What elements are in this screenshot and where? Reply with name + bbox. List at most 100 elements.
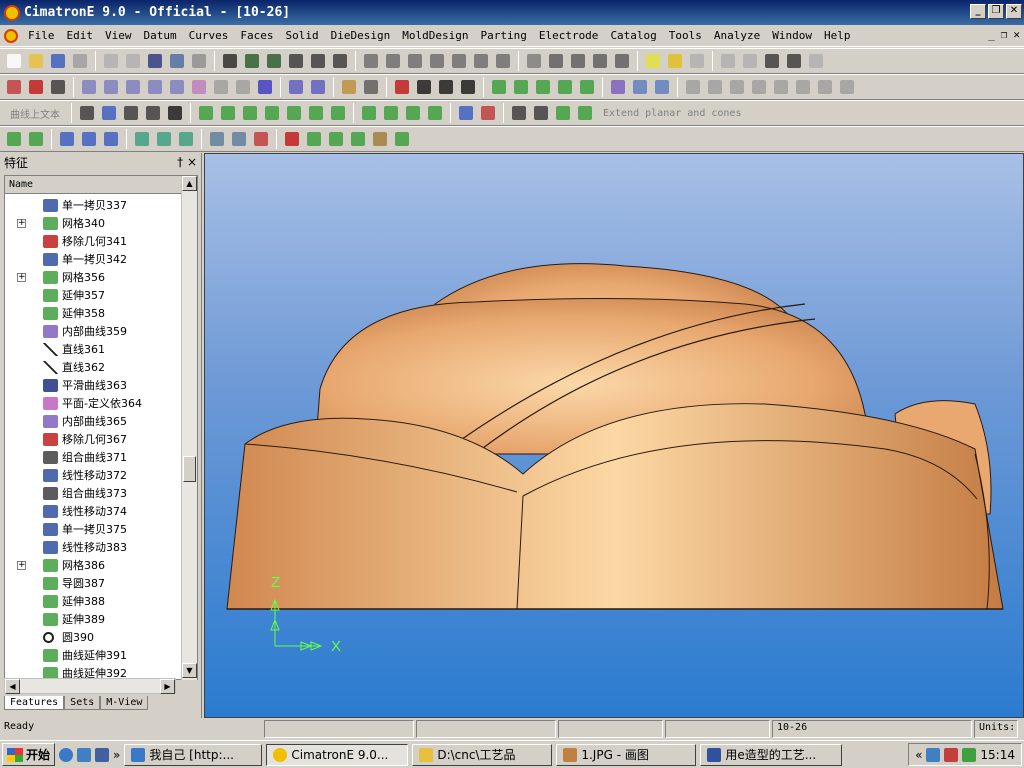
spline-icon[interactable] (436, 77, 456, 97)
glasses-icon[interactable] (145, 51, 165, 71)
bridge-icon[interactable] (286, 77, 306, 97)
zoom-area-icon[interactable] (264, 51, 284, 71)
tree-item[interactable]: 曲线延伸391 (5, 646, 181, 664)
messenger-icon[interactable] (944, 747, 959, 762)
menu-diedesign[interactable]: DieDesign (325, 29, 397, 42)
array-icon[interactable] (233, 77, 253, 97)
tree-item[interactable]: 单一拷贝342 (5, 250, 181, 268)
graphics-viewport[interactable]: Z X (204, 153, 1024, 718)
tools-icon[interactable] (806, 51, 826, 71)
inactive-tool-icon[interactable] (793, 77, 813, 97)
box-icon[interactable] (370, 129, 390, 149)
light-bulb-icon[interactable] (643, 51, 663, 71)
tree-item[interactable]: 移除几何341 (5, 232, 181, 250)
parting-icon[interactable] (348, 129, 368, 149)
extend-icon[interactable] (328, 103, 348, 123)
panel-close-icon[interactable]: × (187, 155, 197, 169)
scroll-down-icon[interactable]: ▼ (182, 663, 197, 678)
tree-item[interactable]: 单一拷贝337 (5, 196, 181, 214)
view-iso-icon[interactable] (361, 51, 381, 71)
taskbar-item-browser[interactable]: 我自己 [http:... (124, 743, 263, 766)
clipboard-icon[interactable] (189, 51, 209, 71)
rotate-copy-icon[interactable] (123, 77, 143, 97)
layer-icon[interactable] (255, 77, 275, 97)
mdi-minimize-button[interactable]: _ (988, 28, 995, 41)
tree-item[interactable]: + 网格386 (5, 556, 181, 574)
trim-face-icon[interactable] (381, 103, 401, 123)
close-button[interactable]: ✕ (1006, 4, 1022, 19)
text-on-curve-combo[interactable]: 曲线上文本 (4, 106, 66, 121)
electrode-icon[interactable] (392, 129, 412, 149)
view-bottom-icon[interactable] (471, 51, 491, 71)
pick-icon[interactable] (48, 77, 68, 97)
analyze-icon[interactable] (326, 129, 346, 149)
face-edit-icon[interactable] (456, 103, 476, 123)
grid-icon[interactable] (531, 103, 551, 123)
curve-split-icon[interactable] (555, 77, 575, 97)
face-remove-icon[interactable] (478, 103, 498, 123)
tree-item[interactable]: 延伸358 (5, 304, 181, 322)
draft-icon[interactable] (229, 129, 249, 149)
tree-item[interactable]: + 网格356 (5, 268, 181, 286)
minimize-button[interactable]: _ (970, 4, 986, 19)
blend-icon[interactable] (306, 103, 326, 123)
view-left-icon[interactable] (449, 51, 469, 71)
print-icon[interactable] (70, 51, 90, 71)
net-icon[interactable] (308, 77, 328, 97)
tree-item[interactable]: 延伸389 (5, 610, 181, 628)
taskbar-item-word[interactable]: 用e造型的工艺... (700, 743, 843, 766)
render-icon[interactable] (524, 51, 544, 71)
desktop-icon[interactable] (95, 747, 110, 762)
taskbar-item-cimatron[interactable]: CimatronE 9.0... (266, 743, 409, 766)
pan-icon[interactable] (308, 51, 328, 71)
tree-item[interactable]: 线性移动374 (5, 502, 181, 520)
line-style-icon[interactable] (143, 103, 163, 123)
mirror-icon[interactable] (145, 77, 165, 97)
scroll-right-icon[interactable]: ▶ (160, 679, 175, 694)
tree-item[interactable]: 导圆387 (5, 574, 181, 592)
tree-item[interactable]: 内部曲线365 (5, 412, 181, 430)
intersect-curve-icon[interactable] (652, 77, 672, 97)
point-red-icon[interactable] (282, 129, 302, 149)
scroll-thumb[interactable] (183, 456, 196, 482)
select-all-icon[interactable] (167, 51, 187, 71)
menu-parting[interactable]: Parting (474, 29, 532, 42)
inactive-tool-icon[interactable] (771, 77, 791, 97)
light-bulb-on-icon[interactable] (665, 51, 685, 71)
inactive-tool-icon[interactable] (705, 77, 725, 97)
zoom-fit-icon[interactable] (220, 51, 240, 71)
circle-icon[interactable] (458, 77, 478, 97)
inactive-tool-icon[interactable] (683, 77, 703, 97)
solid-revolve-icon[interactable] (154, 129, 174, 149)
tray-expand[interactable]: « (915, 748, 922, 762)
new-file-icon[interactable] (4, 51, 24, 71)
tree-item[interactable]: 线性移动372 (5, 466, 181, 484)
measure-icon[interactable] (784, 51, 804, 71)
revolve-icon[interactable] (284, 103, 304, 123)
menu-faces[interactable]: Faces (234, 29, 279, 42)
menu-tools[interactable]: Tools (663, 29, 708, 42)
redo-icon[interactable] (123, 51, 143, 71)
inactive-tool-icon[interactable] (837, 77, 857, 97)
shell-icon[interactable] (207, 129, 227, 149)
taskbar-item-paint[interactable]: 1.JPG - 画图 (556, 743, 697, 766)
mesh-icon[interactable] (218, 103, 238, 123)
extend-planar-icon[interactable] (575, 103, 595, 123)
attach-icon[interactable] (553, 103, 573, 123)
remove-icon[interactable] (26, 77, 46, 97)
view-right-icon[interactable] (427, 51, 447, 71)
view-top-icon[interactable] (405, 51, 425, 71)
tree-item[interactable]: 延伸357 (5, 286, 181, 304)
document-icon[interactable] (4, 28, 18, 43)
expand-icon[interactable]: + (17, 272, 26, 282)
curve-extend-icon[interactable] (489, 77, 509, 97)
menu-datum[interactable]: Datum (138, 29, 183, 42)
solid-add-icon[interactable] (26, 129, 46, 149)
pattern-icon[interactable] (211, 77, 231, 97)
quicklaunch-icon[interactable] (77, 747, 92, 762)
tab-sets[interactable]: Sets (64, 696, 101, 710)
cut-icon[interactable] (251, 129, 271, 149)
back-arrow-icon[interactable] (718, 51, 738, 71)
point-icon[interactable] (392, 77, 412, 97)
color-palette-icon[interactable] (77, 103, 97, 123)
